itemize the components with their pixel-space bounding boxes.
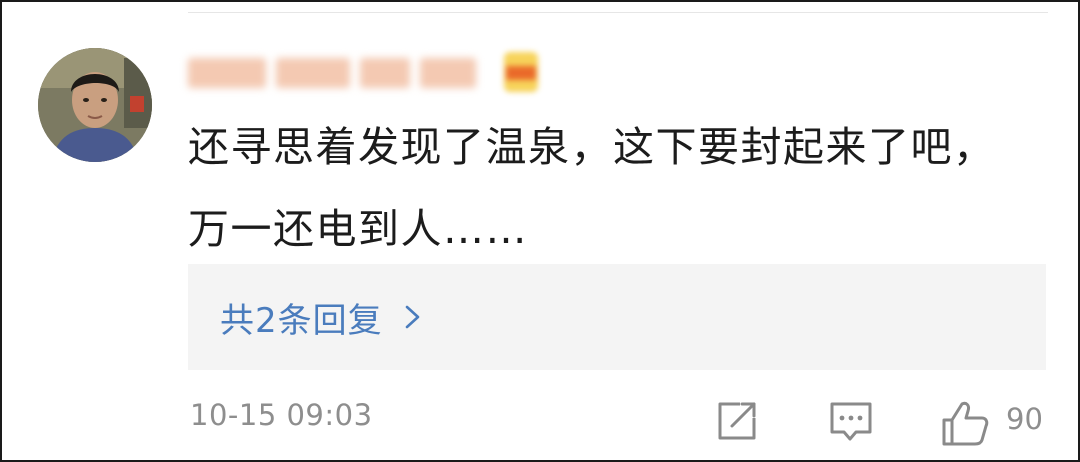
share-button[interactable] [714, 398, 760, 444]
comment-card: 还寻思着发现了温泉，这下要封起来了吧，万一还电到人…… 共2条回复 10-15 … [0, 0, 1080, 462]
view-replies-button[interactable]: 共2条回复 [188, 264, 1046, 370]
reply-button[interactable] [828, 398, 874, 444]
comment-text: 还寻思着发现了温泉，这下要封起来了吧，万一还电到人…… [188, 123, 996, 253]
avatar[interactable] [38, 48, 152, 162]
like-count: 90 [1006, 402, 1043, 436]
user-badge-icon [498, 48, 544, 96]
thumbs-up-icon [942, 401, 989, 446]
replies-label: 共2条回复 [220, 300, 383, 341]
share-icon [718, 402, 756, 440]
divider [188, 12, 1048, 13]
comment-icon [830, 402, 872, 441]
like-button[interactable]: 90 [940, 398, 1050, 448]
chevron-right-icon [405, 305, 419, 329]
username-blurred[interactable] [188, 52, 480, 94]
comment-timestamp: 10-15 09:03 [190, 398, 373, 432]
avatar-image [38, 48, 152, 162]
